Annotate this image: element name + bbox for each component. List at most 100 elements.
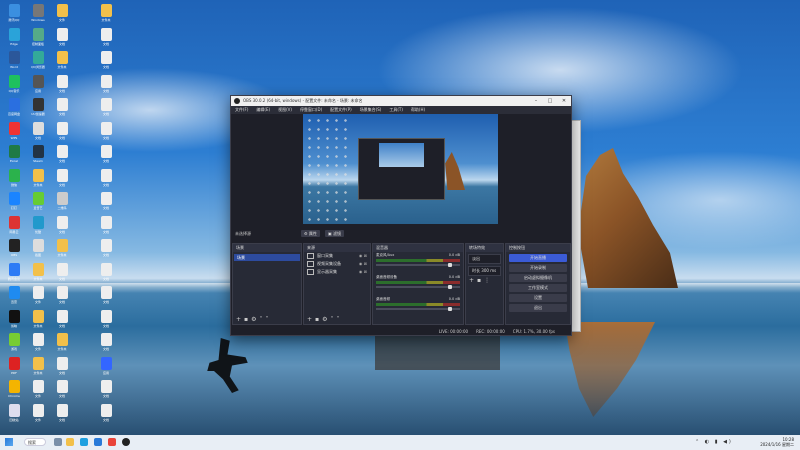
desktop-icon[interactable]: 百度网盘 bbox=[2, 98, 26, 122]
taskbar-search[interactable]: 搜索 bbox=[24, 438, 46, 446]
desktop-icon[interactable]: 文档 bbox=[50, 121, 74, 146]
desktop-icon[interactable]: 文档 bbox=[50, 98, 74, 122]
trash-icon[interactable]: ▪ bbox=[477, 277, 481, 284]
menu-item[interactable]: 停靠窗口(D) bbox=[296, 107, 326, 113]
source-item[interactable]: 显示器采集 ◉ ⊠ bbox=[304, 268, 370, 276]
properties-button[interactable]: ⚙ 属性 bbox=[301, 230, 320, 237]
desktop-icon[interactable]: 文档 bbox=[50, 403, 74, 428]
desktop-icon[interactable]: 文档 bbox=[94, 380, 118, 404]
more-icon[interactable]: ⋮ bbox=[484, 277, 490, 284]
eye-icon[interactable]: ◉ ⊠ bbox=[359, 260, 367, 268]
desktop-icon[interactable]: 迅雷 bbox=[2, 286, 26, 310]
title-bar[interactable]: OBS 30.0.2 (64-bit, windows) - 配置文件: 未命名… bbox=[231, 96, 571, 106]
maximize-icon[interactable]: □ bbox=[543, 98, 557, 104]
desktop-icon[interactable]: 文件夹 bbox=[50, 51, 74, 75]
desktop-icon[interactable]: 文档 bbox=[94, 215, 118, 240]
windows-start-icon[interactable] bbox=[5, 438, 13, 446]
exit-button[interactable]: 退出 bbox=[509, 304, 567, 312]
desktop-icon[interactable]: 文档 bbox=[94, 51, 118, 75]
volume-slider[interactable] bbox=[376, 285, 460, 289]
desktop-icon[interactable]: 文档 bbox=[50, 27, 74, 52]
slider-knob[interactable] bbox=[448, 285, 452, 289]
desktop-icon[interactable]: 控制面板 bbox=[26, 27, 50, 52]
desktop-icon[interactable]: 文档 bbox=[94, 121, 118, 146]
desktop-icon[interactable]: OBS bbox=[2, 239, 26, 263]
desktop-icon[interactable]: 文档 bbox=[50, 262, 74, 287]
desktop-icon[interactable]: 文档 bbox=[50, 309, 74, 334]
preview-canvas[interactable] bbox=[303, 114, 498, 224]
chevron-up-icon[interactable]: ˄ bbox=[331, 316, 334, 323]
desktop-icon[interactable]: 网易云 bbox=[2, 215, 26, 240]
edge-icon[interactable] bbox=[80, 438, 88, 446]
desktop-icon[interactable]: 文件夹 bbox=[26, 168, 50, 193]
slider-knob[interactable] bbox=[448, 307, 452, 311]
menu-item[interactable]: 视图(V) bbox=[274, 107, 296, 113]
desktop-icon[interactable]: 文档 bbox=[94, 74, 118, 99]
menu-item[interactable]: 场景集合(S) bbox=[356, 107, 386, 113]
desktop-icon[interactable]: 文档 bbox=[94, 286, 118, 310]
start-streaming-button[interactable]: 开始直播 bbox=[509, 254, 567, 262]
desktop-icon[interactable]: 文件 bbox=[26, 380, 50, 404]
desktop-icon[interactable]: 腾讯会议 bbox=[2, 262, 26, 287]
obs-window[interactable]: OBS 30.0.2 (64-bit, windows) - 配置文件: 未命名… bbox=[230, 95, 572, 336]
desktop-icon[interactable]: 文档 bbox=[94, 403, 118, 428]
desktop-icon[interactable]: 文件夹 bbox=[26, 262, 50, 287]
desktop-icon[interactable]: 截图 bbox=[26, 239, 50, 263]
desktop-icon[interactable]: 二维码 bbox=[50, 192, 74, 216]
desktop-icon[interactable]: Excel bbox=[2, 145, 26, 169]
eye-icon[interactable]: ◉ ⊠ bbox=[359, 268, 367, 276]
background-window[interactable] bbox=[571, 120, 581, 332]
scene-item[interactable]: 场景 bbox=[234, 254, 300, 261]
task-view-icon[interactable] bbox=[54, 438, 62, 446]
desktop-icon[interactable]: 文档 bbox=[94, 168, 118, 193]
desktop-icon[interactable]: 文件夹 bbox=[50, 239, 74, 263]
desktop-icon[interactable]: QQ音乐 bbox=[2, 74, 26, 99]
desktop-icon[interactable]: 文件 bbox=[50, 4, 74, 28]
slider-knob[interactable] bbox=[448, 263, 452, 267]
desktop-icon[interactable]: 文档 bbox=[94, 192, 118, 216]
desktop-icon[interactable]: 文档 bbox=[94, 309, 118, 334]
minimize-icon[interactable]: – bbox=[529, 98, 543, 104]
duration-field[interactable]: 时长 300 ms bbox=[468, 266, 501, 276]
obs-taskbar-icon[interactable] bbox=[122, 438, 130, 446]
desktop-icon[interactable]: 文档 bbox=[94, 27, 118, 52]
trash-icon[interactable]: ▪ bbox=[315, 316, 319, 323]
virtual-camera-button[interactable]: 启动虚拟摄像机 bbox=[509, 274, 567, 282]
store-icon[interactable] bbox=[94, 438, 102, 446]
menu-item[interactable]: 工具(T) bbox=[385, 107, 407, 113]
desktop-icon[interactable]: Chrome bbox=[2, 380, 26, 404]
chevron-up-icon[interactable]: ˄ bbox=[260, 316, 263, 323]
chevron-down-icon[interactable]: ˅ bbox=[266, 316, 269, 323]
eye-icon[interactable]: ◉ ⊠ bbox=[359, 252, 367, 260]
menu-item[interactable]: 配置文件(P) bbox=[326, 107, 356, 113]
desktop-icon[interactable]: 文件 bbox=[26, 403, 50, 428]
desktop-icon[interactable]: QQ浏览器 bbox=[26, 51, 50, 75]
desktop-icon[interactable]: 文档 bbox=[50, 215, 74, 240]
desktop-icon[interactable]: 文档 bbox=[50, 356, 74, 381]
desktop-icon[interactable]: 文件 bbox=[26, 286, 50, 310]
close-icon[interactable]: ✕ bbox=[557, 98, 571, 104]
desktop-icon[interactable]: 微信 bbox=[2, 168, 26, 193]
desktop-icon[interactable]: 文档 bbox=[50, 380, 74, 404]
settings-button[interactable]: 设置 bbox=[509, 294, 567, 302]
menu-item[interactable]: 文件(F) bbox=[231, 107, 252, 113]
desktop-icon[interactable]: Word bbox=[2, 51, 26, 75]
desktop-icon[interactable]: 文件夹 bbox=[50, 333, 74, 357]
desktop-icon[interactable]: 爱奇艺 bbox=[26, 192, 50, 216]
desktop-icon[interactable]: Steam bbox=[26, 145, 50, 169]
desktop-icon[interactable]: 应用 bbox=[26, 74, 50, 99]
desktop-icon[interactable]: WPS bbox=[2, 121, 26, 146]
add-icon[interactable]: + bbox=[236, 316, 241, 323]
start-recording-button[interactable]: 开始录制 bbox=[509, 264, 567, 272]
desktop-icon[interactable]: 游戏 bbox=[2, 333, 26, 357]
desktop-icon[interactable]: 文档 bbox=[50, 286, 74, 310]
file-explorer-icon[interactable] bbox=[66, 438, 74, 446]
app-icon[interactable] bbox=[108, 438, 116, 446]
volume-slider[interactable] bbox=[376, 263, 460, 267]
desktop-icon[interactable]: 文档 bbox=[94, 239, 118, 263]
chevron-down-icon[interactable]: ˅ bbox=[337, 316, 340, 323]
trash-icon[interactable]: ▪ bbox=[244, 316, 248, 323]
desktop-icon[interactable]: 应用 bbox=[94, 356, 118, 381]
gear-icon[interactable]: ⚙ bbox=[251, 316, 256, 323]
desktop-icon[interactable]: 文件夹 bbox=[94, 4, 118, 28]
